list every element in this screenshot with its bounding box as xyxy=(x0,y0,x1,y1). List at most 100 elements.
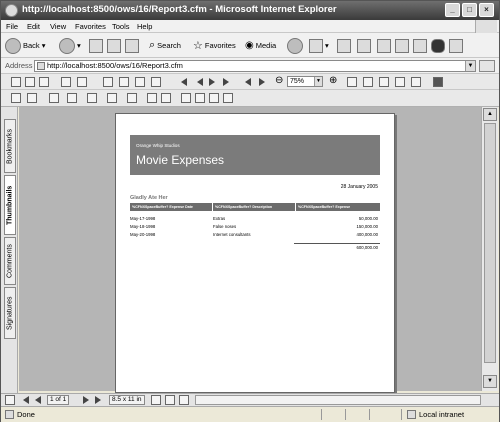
continuous-layout-icon[interactable] xyxy=(165,395,175,405)
layout-continuous-icon[interactable] xyxy=(195,93,205,103)
pencil-icon[interactable] xyxy=(107,93,117,103)
close-button[interactable]: × xyxy=(479,3,494,17)
scroll-up-icon[interactable]: ▲ xyxy=(483,108,497,121)
snapshot-icon[interactable] xyxy=(151,77,161,87)
messenger-button[interactable] xyxy=(413,37,427,54)
navigation-pane-icon[interactable] xyxy=(5,395,15,405)
menu-tools[interactable]: Tools xyxy=(112,22,130,31)
rotate-icon[interactable] xyxy=(395,77,405,87)
snapshot-tool-icon[interactable] xyxy=(67,93,77,103)
edit-button[interactable] xyxy=(357,37,371,54)
tab-thumbnails[interactable]: Thumbnails xyxy=(4,175,16,235)
favorites-button[interactable]: ☆ Favorites xyxy=(193,37,236,54)
maximize-button[interactable]: □ xyxy=(462,3,477,17)
print-icon[interactable] xyxy=(25,77,35,87)
first-page-icon[interactable] xyxy=(23,396,29,404)
next-page-icon[interactable] xyxy=(83,396,89,404)
menu-file[interactable]: File xyxy=(6,22,18,31)
adobe-logo-icon[interactable] xyxy=(433,77,443,87)
last-page-icon[interactable] xyxy=(95,396,101,404)
chevron-down-icon[interactable]: ▼ xyxy=(465,61,475,71)
zoom-in-icon[interactable]: ⊕ xyxy=(329,75,337,86)
fit-page-icon[interactable] xyxy=(363,77,373,87)
go-button[interactable] xyxy=(479,60,495,72)
address-label: Address xyxy=(5,61,33,70)
layout-continuous-facing-icon[interactable] xyxy=(223,93,233,103)
horizontal-scrollbar[interactable] xyxy=(195,395,481,405)
actual-size-icon[interactable] xyxy=(347,77,357,87)
favorites-label: Favorites xyxy=(204,41,236,50)
layout-facing-icon[interactable] xyxy=(209,93,219,103)
stamp-icon[interactable] xyxy=(147,93,157,103)
status-bar: Done Local intranet xyxy=(1,406,499,422)
next-view-icon[interactable] xyxy=(259,78,265,86)
page-number-field[interactable]: 1 of 1 xyxy=(47,395,70,405)
tab-signatures[interactable]: Signatures xyxy=(4,287,16,339)
note-tool-icon[interactable] xyxy=(87,93,97,103)
bluetooth-button[interactable] xyxy=(431,37,445,54)
menu-help[interactable]: Help xyxy=(137,22,152,31)
stop-button[interactable] xyxy=(89,37,103,54)
tab-bookmarks[interactable]: Bookmarks xyxy=(4,119,16,173)
next-page-icon[interactable] xyxy=(209,78,215,86)
text-select-icon[interactable] xyxy=(49,93,59,103)
undo-icon[interactable] xyxy=(77,77,87,87)
discuss-button[interactable] xyxy=(377,37,391,54)
previous-page-icon[interactable] xyxy=(197,78,203,86)
zoom-out-icon[interactable]: ⊖ xyxy=(275,75,283,86)
vertical-scrollbar[interactable]: ▲ ▼ xyxy=(481,107,498,391)
home-icon xyxy=(125,38,139,53)
hand-tool-icon[interactable] xyxy=(11,93,21,103)
print-button[interactable] xyxy=(337,37,351,54)
review-icon[interactable] xyxy=(411,77,421,87)
report-date: 28 January 2005 xyxy=(340,184,378,190)
standard-toolbar: Back ▾ ▾ ⌕ Search ☆ Favorites ◉ Media ▾ xyxy=(1,33,499,58)
first-page-icon[interactable] xyxy=(181,78,187,86)
email-icon[interactable] xyxy=(39,77,49,87)
forward-button[interactable]: ▾ xyxy=(59,37,81,54)
scroll-thumb[interactable] xyxy=(484,123,496,363)
back-arrow-icon xyxy=(5,37,21,54)
research-button[interactable] xyxy=(395,37,409,54)
select-text-icon[interactable] xyxy=(135,77,145,87)
previous-page-icon[interactable] xyxy=(35,396,41,404)
address-input[interactable]: http://localhost:8500/ows/16/Report3.cfm… xyxy=(34,60,476,72)
window-title: http://localhost:8500/ows/16/Report3.cfm… xyxy=(22,4,337,15)
home-button[interactable] xyxy=(125,37,139,54)
search-pdf-icon[interactable] xyxy=(103,77,113,87)
sign-icon[interactable] xyxy=(161,93,171,103)
edit-icon xyxy=(357,38,371,53)
hand-icon[interactable] xyxy=(119,77,129,87)
facing-layout-icon[interactable] xyxy=(179,395,189,405)
zoom-tool-icon[interactable] xyxy=(27,93,37,103)
media-button[interactable]: ◉ Media xyxy=(245,37,276,54)
mail-icon xyxy=(309,38,323,53)
status-text: Done xyxy=(17,410,35,419)
document-viewer[interactable]: Orange Whip Studios Movie Expenses 28 Ja… xyxy=(19,107,481,393)
line-tool-icon[interactable] xyxy=(127,93,137,103)
refresh-button[interactable] xyxy=(107,37,121,54)
back-button[interactable]: Back ▾ xyxy=(5,37,45,54)
last-page-icon[interactable] xyxy=(223,78,229,86)
mail-button[interactable]: ▾ xyxy=(309,37,329,54)
menu-edit[interactable]: Edit xyxy=(27,22,40,31)
zoom-select[interactable]: 75% ▼ xyxy=(287,76,323,87)
history-button[interactable] xyxy=(287,37,303,54)
single-page-layout-icon[interactable] xyxy=(151,395,161,405)
pdf-toolbar-secondary xyxy=(1,90,499,107)
menu-favorites[interactable]: Favorites xyxy=(75,22,106,31)
minimize-button[interactable]: _ xyxy=(445,3,460,17)
extra-tool-button[interactable] xyxy=(449,37,463,54)
scroll-down-icon[interactable]: ▼ xyxy=(483,375,497,388)
save-icon[interactable] xyxy=(11,77,21,87)
fit-width-icon[interactable] xyxy=(379,77,389,87)
previous-view-icon[interactable] xyxy=(245,78,251,86)
refresh-icon xyxy=(107,38,121,53)
tab-comments[interactable]: Comments xyxy=(4,237,16,285)
layout-single-icon[interactable] xyxy=(181,93,191,103)
menu-view[interactable]: View xyxy=(50,22,66,31)
ie-logo-icon xyxy=(5,4,18,17)
search-button[interactable]: ⌕ Search xyxy=(149,37,181,54)
copy-icon[interactable] xyxy=(61,77,71,87)
status-divider xyxy=(369,409,370,420)
